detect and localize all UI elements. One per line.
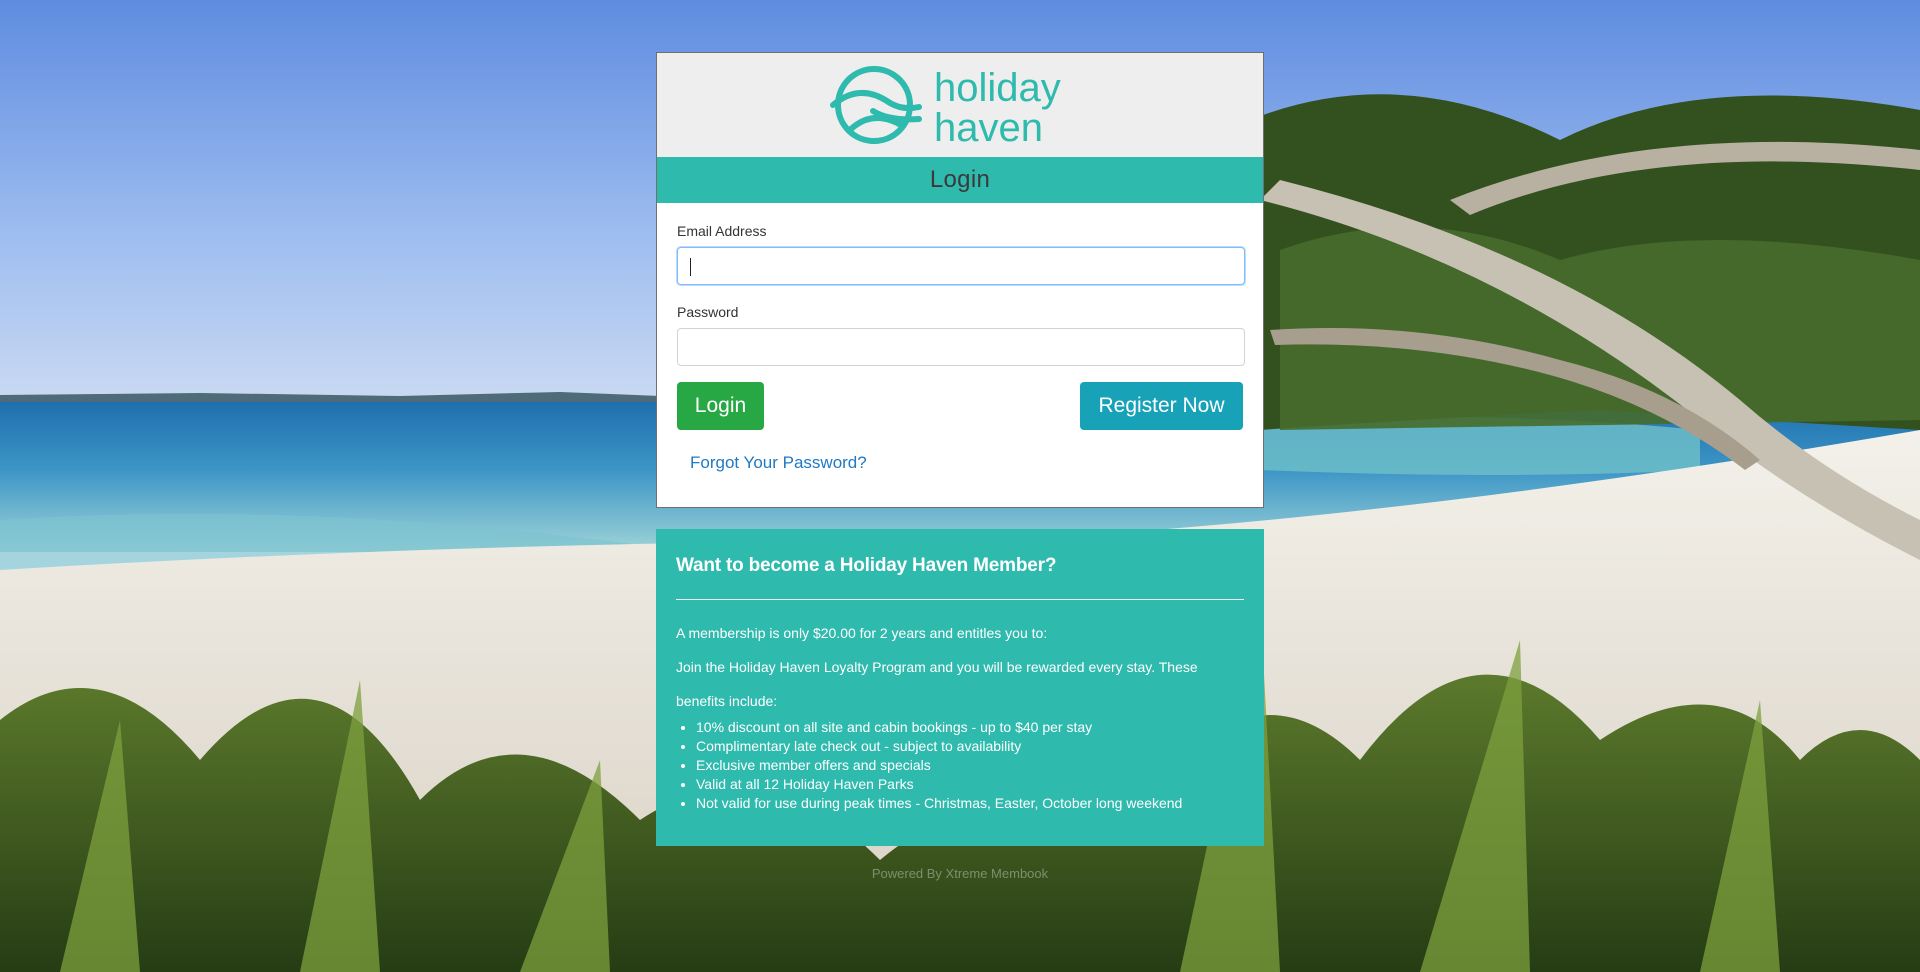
holiday-haven-logo: holiday haven (830, 66, 1061, 147)
membership-panel: Want to become a Holiday Haven Member? A… (656, 529, 1264, 846)
list-item: Complimentary late check out - subject t… (696, 737, 1244, 756)
button-row: Login Register Now (677, 382, 1243, 430)
list-item: 10% discount on all site and cabin booki… (696, 718, 1244, 737)
email-label: Email Address (677, 223, 767, 239)
register-now-button[interactable]: Register Now (1080, 382, 1243, 430)
login-card: holiday haven Login Email Address Passwo… (656, 52, 1264, 508)
logo-header: holiday haven (657, 53, 1263, 157)
list-item: Not valid for use during peak times - Ch… (696, 794, 1244, 813)
divider (676, 599, 1244, 600)
login-button[interactable]: Login (677, 382, 764, 430)
loyalty-text-line2: benefits include: (676, 693, 778, 709)
list-item: Exclusive member offers and specials (696, 756, 1244, 775)
benefits-list: 10% discount on all site and cabin booki… (676, 718, 1244, 813)
password-label: Password (677, 304, 739, 320)
login-title: Login (657, 157, 1263, 203)
email-field[interactable] (677, 247, 1245, 285)
list-item: Valid at all 12 Holiday Haven Parks (696, 775, 1244, 794)
loyalty-text-line1: Join the Holiday Haven Loyalty Program a… (676, 659, 1198, 675)
logo-text-line2: haven (934, 106, 1043, 147)
forgot-password-link[interactable]: Forgot Your Password? (690, 453, 867, 473)
powered-by-text: Powered By Xtreme Membook (871, 866, 1049, 881)
membership-intro: A membership is only $20.00 for 2 years … (676, 625, 1048, 641)
login-form: Email Address Password Login Register No… (657, 203, 1263, 473)
membership-heading: Want to become a Holiday Haven Member? (676, 555, 1057, 576)
logo-text-line1: holiday (934, 66, 1061, 110)
password-field[interactable] (677, 328, 1245, 366)
text-caret (690, 258, 691, 276)
